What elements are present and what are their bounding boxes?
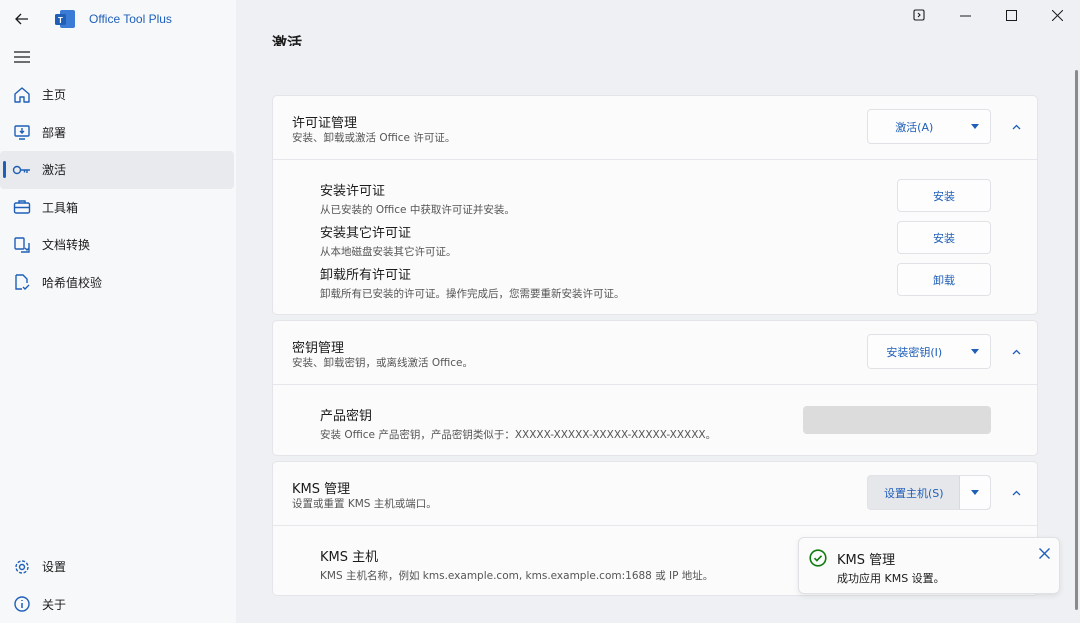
license-card-header[interactable]: 许可证管理 安装、卸载或激活 Office 许可证。 激活(A) [273,96,1037,160]
card-title: KMS 管理 [292,482,351,497]
key-card-header[interactable]: 密钥管理 安装、卸载密钥，或离线激活 Office。 安装密钥(I) [273,321,1037,385]
activate-button[interactable]: 激活(A) [868,110,960,143]
sidebar: T Office Tool Plus 主页 部署 激活 工具箱 文档转换 哈希值… [0,0,236,623]
uninstall-license-row: 卸载所有许可证 卸载所有已安装的许可证。操作完成后，您需要重新安装许可证。 [320,264,625,301]
install-license-button[interactable]: 安装 [897,179,991,212]
row-subtitle: 卸载所有已安装的许可证。操作完成后，您需要重新安装许可证。 [320,288,625,300]
license-card: 许可证管理 安装、卸载或激活 Office 许可证。 激活(A) 安装许可证 从… [272,95,1038,315]
menu-toggle-button[interactable] [10,46,34,68]
nav-item-deploy[interactable]: 部署 [0,114,236,152]
app-title: Office Tool Plus [89,12,172,26]
row-title: KMS 主机 [320,550,379,565]
row-title: 安装许可证 [320,184,386,199]
hash-check-icon [12,272,32,292]
nav-item-about[interactable]: 关于 [0,586,236,623]
chevron-up-icon [1012,349,1020,355]
toast-title: KMS 管理 [837,553,896,568]
nav-item-activate[interactable]: 激活 [0,151,234,189]
svg-text:T: T [58,16,63,25]
nav-label: 哈希值校验 [42,275,103,290]
nav-bottom: 设置 关于 [0,548,236,623]
toast-notification: KMS 管理 成功应用 KMS 设置。 [798,537,1060,594]
info-icon [12,594,32,614]
uninstall-license-button[interactable]: 卸载 [897,263,991,296]
back-button[interactable] [10,8,34,30]
row-title: 卸载所有许可证 [320,268,412,283]
scroll-thumb[interactable] [1075,70,1078,610]
gear-icon [12,557,32,577]
app-logo: T [55,10,75,28]
collapse-button[interactable] [1009,486,1023,500]
convert-icon [12,235,32,255]
product-key-input[interactable] [803,406,991,434]
chevron-up-icon [1012,124,1020,130]
page-title: 激活 [272,34,303,46]
success-check-icon [809,549,827,567]
toolbox-icon [12,197,32,217]
set-host-split-button: 设置主机(S) [867,475,991,510]
scrollbar[interactable] [1075,70,1078,610]
back-arrow-icon [15,13,28,25]
kms-host-row: KMS 主机 KMS 主机名称，例如 kms.example.com, kms.… [320,546,713,583]
card-subtitle: 设置或重置 KMS 主机或端口。 [292,498,437,510]
set-host-button[interactable]: 设置主机(S) [868,476,961,509]
close-icon [1038,547,1050,559]
row-title: 产品密钥 [320,409,373,424]
collapse-button[interactable] [1009,345,1023,359]
install-key-dropdown-button[interactable] [960,335,990,368]
nav-label: 文档转换 [42,238,91,253]
toast-close-button[interactable] [1037,546,1051,560]
product-key-row: 产品密钥 安装 Office 产品密钥，产品密钥类似于：XXXXX-XXXXX-… [320,405,716,442]
caret-down-icon [971,124,980,129]
install-other-license-row: 安装其它许可证 从本地磁盘安装其它许可证。 [320,222,457,259]
card-title: 许可证管理 [292,116,358,131]
nav-item-settings[interactable]: 设置 [0,548,236,586]
nav-label: 工具箱 [42,200,79,215]
home-icon [12,85,32,105]
key-icon [12,160,32,180]
set-host-dropdown-button[interactable] [960,476,990,509]
caret-down-icon [971,349,980,354]
main-content: 激活 许可证管理 安装、卸载或激活 Office 许可证。 激活(A) 安装许可… [236,0,1080,623]
nav-item-toolbox[interactable]: 工具箱 [0,189,236,227]
nav-label: 激活 [42,163,67,178]
card-subtitle: 安装、卸载或激活 Office 许可证。 [292,132,456,144]
card-title: 密钥管理 [292,341,345,356]
deploy-icon [12,122,32,142]
row-subtitle: 安装 Office 产品密钥，产品密钥类似于：XXXXX-XXXXX-XXXXX… [320,429,717,441]
chevron-up-icon [1012,490,1020,496]
nav-label: 设置 [42,560,67,575]
nav-list: 主页 部署 激活 工具箱 文档转换 哈希值校验 [0,76,236,301]
row-title: 安装其它许可证 [320,226,412,241]
nav-label: 部署 [42,125,67,140]
toast-message: 成功应用 KMS 设置。 [837,572,945,585]
activate-dropdown-button[interactable] [960,110,990,143]
row-subtitle: KMS 主机名称，例如 kms.example.com, kms.example… [320,570,714,582]
install-other-license-button[interactable]: 安装 [897,221,991,254]
title-bar: T Office Tool Plus [0,0,236,38]
nav-item-convert[interactable]: 文档转换 [0,226,236,264]
install-key-button[interactable]: 安装密钥(I) [868,335,960,368]
install-key-split-button: 安装密钥(I) [867,334,991,369]
activate-split-button: 激活(A) [867,109,991,144]
collapse-button[interactable] [1009,120,1023,134]
row-subtitle: 从已安装的 Office 中获取许可证并安装。 [320,204,515,216]
nav-label: 关于 [42,597,67,612]
key-card: 密钥管理 安装、卸载密钥，或离线激活 Office。 安装密钥(I) 产品密钥 … [272,320,1038,456]
nav-item-home[interactable]: 主页 [0,76,236,114]
caret-down-icon [971,490,980,495]
nav-item-hash-check[interactable]: 哈希值校验 [0,264,236,302]
install-license-row: 安装许可证 从已安装的 Office 中获取许可证并安装。 [320,180,515,217]
card-subtitle: 安装、卸载密钥，或离线激活 Office。 [292,357,473,369]
nav-label: 主页 [42,88,67,103]
kms-card-header[interactable]: KMS 管理 设置或重置 KMS 主机或端口。 设置主机(S) [273,462,1037,526]
hamburger-icon [14,51,30,63]
row-subtitle: 从本地磁盘安装其它许可证。 [320,246,457,258]
